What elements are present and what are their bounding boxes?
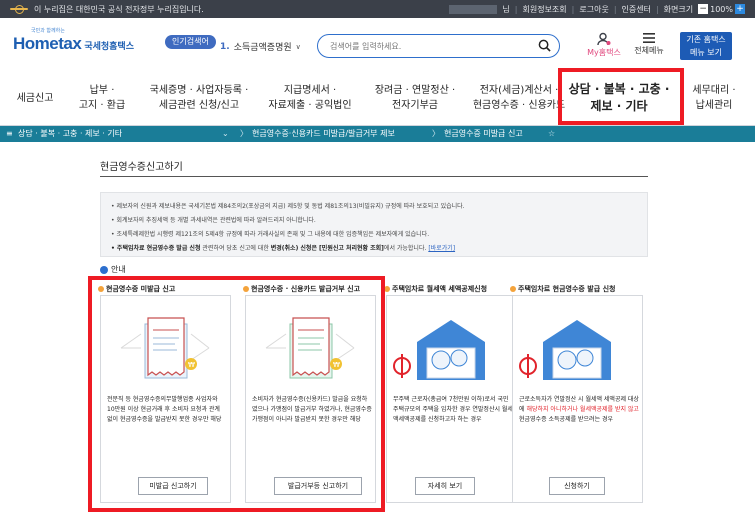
hometax-logo[interactable]: 국민과 함께하는 Hometax 국세청홈택스 [13,28,134,54]
legacy-menu-button[interactable]: 기존 홈택스 메뉴 보기 [680,32,732,60]
logo-korean: 국세청홈택스 [84,42,134,52]
zoom-in-button[interactable]: + [735,4,745,14]
view-details-button[interactable]: 자세히 보기 [415,477,475,495]
gnb-e-invoice[interactable]: 전자(세금)계산서 · 현금영수증 · 신용카드 [468,70,570,126]
guide-heading: 안내 [100,264,126,275]
zoom-control: − 100% + [698,4,745,14]
popular-keyword[interactable]: 1. 소득금액증명원 ∨ [220,40,301,54]
chevron-right-icon: 〉 [240,129,248,138]
gnb-tax-agent[interactable]: 세무대리 · 납세관리 [682,70,746,126]
card-title: 주택임차료 현금영수증 발급 신청 [510,284,615,294]
notice-box: • 제보자의 신원과 제보내용은 국세기본법 제84조의2(포상금의 지급) 제… [100,192,648,257]
zoom-out-button[interactable]: − [698,4,709,14]
sub-navigation-bar: ≡ 상담 · 불복 · 고충 · 제보 · 기타 ⌄ 〉 현금영수증·신용카드 … [0,126,755,142]
member-info-link[interactable]: 회원정보조회 [522,4,566,15]
search-input[interactable] [330,39,530,53]
my-hometax-button[interactable]: My홈택스 [583,32,625,58]
highlight-box-menu [558,68,684,125]
header: 국민과 함께하는 Hometax 국세청홈택스 인기검색어 1. 소득금액증명원… [0,18,755,70]
card-rent-receipt: 주택임차료 현금영수증 발급 신청 근로소득자가 연말정산 시 월세액 세액공제… [510,285,643,503]
cert-center-link[interactable]: 인증센터 [622,4,651,15]
all-menu-button[interactable]: 전체메뉴 [628,32,670,56]
user-icon [597,32,611,46]
page-title: 현금영수증신고하기 [100,162,183,173]
main-content: 현금영수증신고하기 • 제보자의 신원과 제보내용은 국세기본법 제84조의2(… [0,142,755,522]
user-suffix: 님 [502,4,510,14]
house-envelope-illustration-icon [519,320,611,380]
gnb-payment[interactable]: 납부 · 고지 · 환급 [66,70,138,126]
zoom-level: 100% [710,4,733,14]
card-description: 무주택 근로자(총급여 7천만원 이하)로서 국민주택규모의 주택을 임차한 경… [393,396,513,423]
chevron-down-icon[interactable]: ∨ [296,43,301,51]
shortcut-link[interactable]: [바로가기] [428,245,455,252]
apply-button[interactable]: 신청하기 [549,477,605,495]
gnb-tax-filing[interactable]: 세금신고 [8,70,62,126]
screen-size-label: 화면크기 [663,4,694,14]
notice-line: • 조세특례제한법 시행령 제121조의 5제4항 규정에 따라 거래사실의 존… [111,231,430,238]
search-icon[interactable] [538,39,551,52]
government-emblem-icon [10,5,28,14]
favorite-star-icon[interactable]: ☆ [548,126,555,142]
gnb-certificates[interactable]: 국세증명 · 사업자등록 · 세금관련 신청/신고 [140,70,258,126]
hamburger-icon [643,33,655,43]
chevron-down-icon[interactable]: ⌄ [222,126,229,142]
logout-link[interactable]: 로그아웃 [579,4,608,15]
notice-line: • 제보자의 신원과 제보내용은 국세기본법 제84조의2(포상금의 지급) 제… [111,203,465,210]
title-divider [100,176,648,177]
chevron-right-icon: 〉 [432,129,440,138]
notice-line: • 주택임차료 현금영수증 발급 신청 관련하여 당초 신고에 대한 변경(취소… [111,245,456,252]
search-box[interactable] [317,34,560,58]
top-bar-links: 님 | 회원정보조회 | 로그아웃 | 인증센터 | 화면크기 − 100% + [449,0,745,18]
breadcrumb-report[interactable]: 현금영수증·신용카드 미발급/발급거부 제보 [252,126,395,142]
notice-line: • 회계보자의 추징세액 등 개별 과세내역은 관련법에 따라 알려드리지 아니… [111,217,316,224]
gnb-incentives[interactable]: 장려금 · 연말정산 · 전자기부금 [362,70,468,126]
popular-search-badge: 인기검색어 [165,35,216,49]
logo-wordmark: Hometax [13,34,82,53]
gnb-statements[interactable]: 지급명세서 · 자료제출 · 공익법인 [258,70,362,126]
card-description: 근로소득자가 연말정산 시 월세액 세액공제 대상에 해당하지 아니하거나 월세… [519,396,639,423]
house-envelope-illustration-icon [393,320,485,380]
top-bar: 이 누리집은 대한민국 공식 전자정부 누리집입니다. 님 | 회원정보조회 |… [0,0,755,18]
highlight-box-cards [88,276,385,512]
menu-list-icon[interactable]: ≡ [6,126,13,142]
bullet-icon [100,265,108,274]
user-name [449,4,498,14]
card-rent-deduction: 주택임차료 월세액 세액공제신청 무주택 근로자(총급여 7천만원 이하)로서 … [384,285,517,503]
subnav-menu[interactable]: 상담 · 불복 · 고충 · 제보 · 기타 [18,126,122,142]
page: 이 누리집은 대한민국 공식 전자정부 누리집입니다. 님 | 회원정보조회 |… [0,0,755,522]
breadcrumb-current: 현금영수증 미발급 신고 [444,129,523,138]
card-title: 주택임차료 월세액 세액공제신청 [384,284,487,294]
official-site-notice: 이 누리집은 대한민국 공식 전자정부 누리집입니다. [34,4,204,14]
